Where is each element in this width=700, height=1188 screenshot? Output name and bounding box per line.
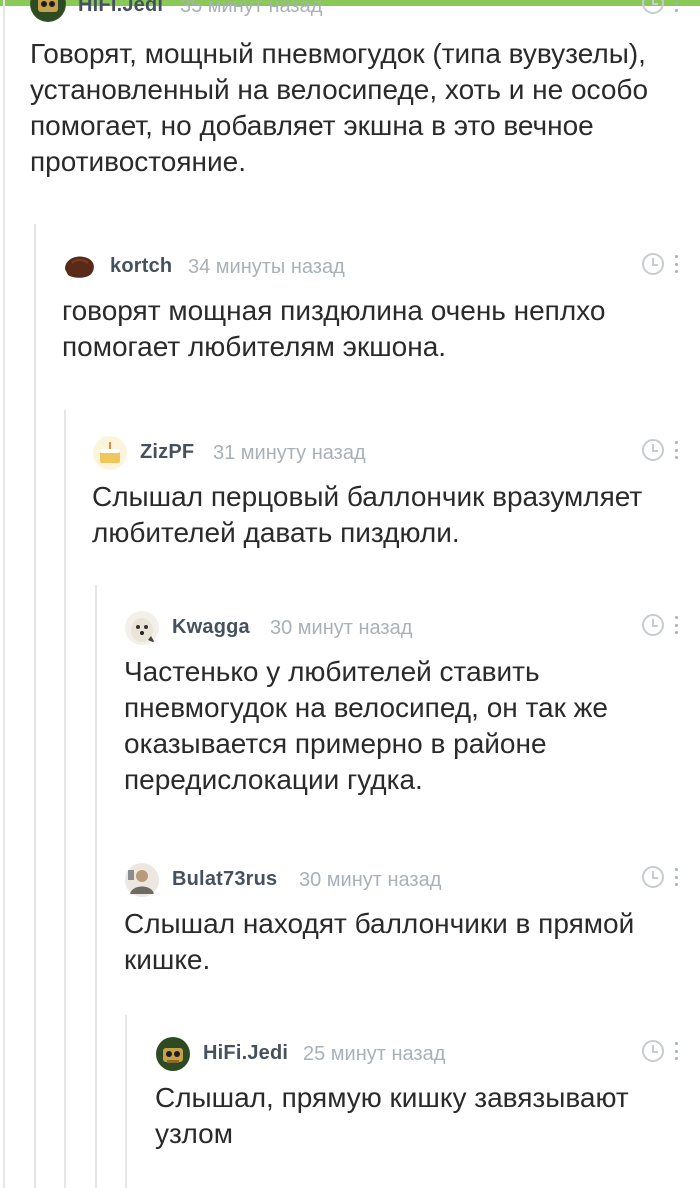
comment-header: kortch 34 минуты назад	[62, 249, 700, 283]
clock-icon[interactable]	[642, 0, 664, 14]
comment-actions	[642, 866, 678, 888]
robot-avatar-icon[interactable]	[30, 0, 66, 22]
comment: Bulat73rus 30 минут назад Слышал находят…	[124, 862, 700, 978]
comment-header: HiFi.Jedi 35 минут назад	[30, 0, 700, 22]
comment-actions	[642, 0, 678, 14]
more-options-icon[interactable]	[674, 441, 678, 459]
comment-author[interactable]: HiFi.Jedi	[203, 1042, 288, 1065]
comment-actions	[642, 439, 678, 461]
comment: HiFi.Jedi 35 минут назад Говорят, мощный…	[30, 0, 700, 180]
comment-time[interactable]: 31 минуту назад	[213, 442, 366, 465]
comment-text: Слышал находят баллончики в прямой кишке…	[124, 908, 635, 975]
comment: HiFi.Jedi 25 минут назад Слышал, прямую …	[155, 1036, 700, 1152]
comment-time[interactable]: 30 минут назад	[270, 617, 412, 640]
comment-actions	[642, 253, 678, 275]
thread-line-level-4[interactable]	[125, 1015, 127, 1188]
more-options-icon[interactable]	[674, 616, 678, 634]
comment-time[interactable]: 25 минут назад	[303, 1043, 445, 1066]
thread-line-level-2[interactable]	[64, 410, 66, 1188]
person-avatar-icon[interactable]	[124, 862, 160, 898]
clock-icon[interactable]	[642, 614, 664, 636]
comment-text: Слышал, прямую кишку завязывают узлом	[155, 1082, 629, 1149]
comment-text: Говорят, мощный пневмогудок (типа вувузе…	[30, 38, 649, 177]
comment-author[interactable]: Kwagga	[172, 616, 250, 639]
comment-text: Частенько у любителей ставить пневмогудо…	[124, 656, 608, 795]
comment-header: ZizPF 31 минуту назад	[92, 435, 700, 471]
dark-blob-avatar-icon[interactable]	[62, 249, 98, 285]
comment-header: HiFi.Jedi 25 минут назад	[155, 1036, 700, 1072]
comment-actions	[642, 1040, 678, 1062]
dog-avatar-icon[interactable]	[124, 610, 160, 646]
comment-author[interactable]: Bulat73rus	[172, 868, 277, 891]
comment-header: Kwagga 30 минут назад	[124, 610, 700, 646]
comment-time[interactable]: 34 минуты назад	[188, 256, 345, 279]
comment-time[interactable]: 30 минут назад	[299, 869, 441, 892]
more-options-icon[interactable]	[674, 868, 678, 886]
comment-header: Bulat73rus 30 минут назад	[124, 862, 700, 898]
robot-avatar-icon[interactable]	[155, 1036, 191, 1072]
comment-author[interactable]: ZizPF	[140, 441, 194, 464]
clock-icon[interactable]	[642, 253, 664, 275]
comment: Kwagga 30 минут назад Частенько у любите…	[124, 610, 700, 798]
comment-text: Слышал перцовый баллончик вразумляет люб…	[92, 481, 643, 548]
clock-icon[interactable]	[642, 439, 664, 461]
comment: ZizPF 31 минуту назад Слышал перцовый ба…	[92, 435, 700, 551]
comment-actions	[642, 614, 678, 636]
comment-text: говорят мощная пиздюлина очень неплхо по…	[62, 295, 606, 362]
more-options-icon[interactable]	[674, 1042, 678, 1060]
cake-avatar-icon[interactable]	[92, 435, 128, 471]
comment-author[interactable]: HiFi.Jedi	[78, 0, 163, 17]
more-options-icon[interactable]	[674, 255, 678, 273]
comment-author[interactable]: kortch	[110, 255, 172, 278]
comment-time[interactable]: 35 минут назад	[180, 0, 322, 18]
thread-line-level-3[interactable]	[95, 585, 97, 1188]
clock-icon[interactable]	[642, 866, 664, 888]
more-options-icon[interactable]	[674, 0, 678, 12]
comment: kortch 34 минуты назад говорят мощная пи…	[62, 249, 700, 365]
thread-line-level-1[interactable]	[34, 224, 36, 1188]
clock-icon[interactable]	[642, 1040, 664, 1062]
thread-line-level-0[interactable]	[3, 0, 5, 1188]
